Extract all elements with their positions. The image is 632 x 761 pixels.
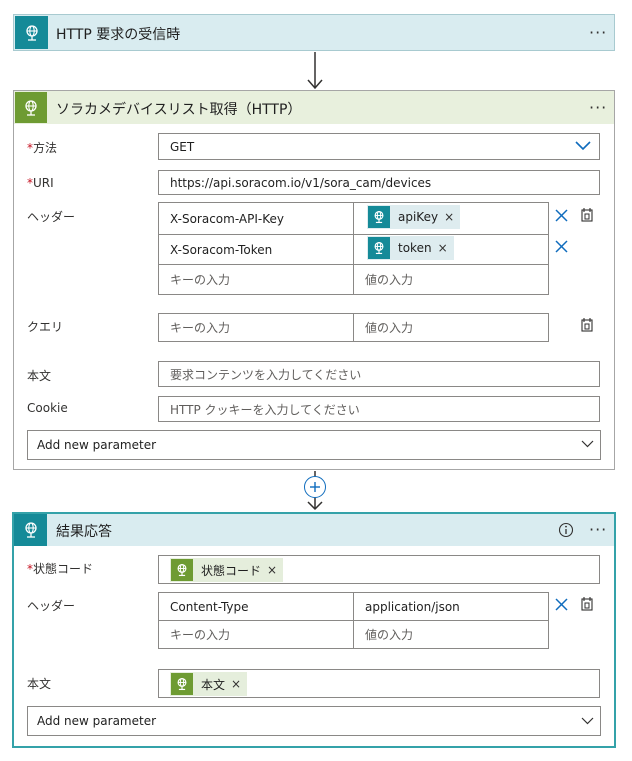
globe-icon — [15, 92, 47, 123]
header-key-cell[interactable]: X-Soracom-Token — [159, 235, 353, 264]
switch-text-mode-icon[interactable] — [580, 207, 595, 222]
token-label: token — [398, 241, 432, 255]
token-remove-icon[interactable]: × — [444, 210, 454, 224]
query-table: キーの入力 値の入力 — [158, 313, 549, 342]
token-remove-icon[interactable]: × — [438, 241, 448, 255]
globe-icon — [171, 559, 193, 581]
chevron-down-icon[interactable] — [581, 717, 594, 725]
add-parameter-dropdown[interactable]: Add new parameter — [27, 706, 601, 736]
header-key-cell[interactable]: Content-Type — [159, 593, 353, 620]
cookie-input[interactable]: HTTP クッキーを入力してください — [158, 396, 600, 422]
info-icon[interactable] — [558, 522, 574, 538]
headers-label: ヘッダー — [27, 210, 76, 224]
delete-row-icon[interactable] — [555, 598, 568, 611]
token-label: 本文 — [201, 677, 226, 692]
globe-icon — [171, 673, 193, 695]
uri-input[interactable]: https://api.soracom.io/v1/sora_cam/devic… — [158, 170, 600, 195]
method-label: *方法 — [27, 141, 58, 155]
status-code-label: *状態コード — [27, 562, 94, 576]
trigger-card[interactable]: HTTP 要求の受信時 ··· — [13, 14, 615, 51]
token-remove-icon[interactable]: × — [231, 677, 241, 691]
globe-icon — [368, 206, 390, 228]
globe-icon — [14, 514, 47, 546]
response-action-title: 結果応答 — [56, 524, 112, 540]
header-value-input[interactable]: 値の入力 — [354, 621, 548, 648]
globe-icon — [15, 16, 48, 49]
chevron-down-icon[interactable] — [581, 440, 594, 448]
token-token[interactable]: token × — [367, 236, 454, 260]
chevron-down-icon[interactable] — [575, 141, 591, 151]
query-value-input[interactable]: 値の入力 — [354, 314, 548, 341]
trigger-title: HTTP 要求の受信時 — [56, 27, 181, 43]
flow-arrow — [307, 52, 323, 90]
delete-row-icon[interactable] — [555, 209, 568, 222]
header-key-input[interactable]: キーの入力 — [159, 621, 353, 648]
plus-icon — [310, 482, 320, 492]
cookie-label: Cookie — [27, 401, 68, 415]
http-action-title: ソラカメデバイスリスト取得（HTTP） — [56, 102, 302, 118]
trigger-more-button[interactable]: ··· — [589, 25, 607, 41]
query-key-input[interactable]: キーの入力 — [159, 314, 353, 341]
method-select[interactable]: GET — [158, 133, 600, 160]
token-body[interactable]: 本文 × — [170, 672, 248, 696]
header-key-cell[interactable]: X-Soracom-API-Key — [159, 203, 353, 234]
http-action-more-button[interactable]: ··· — [589, 100, 607, 116]
response-headers-label: ヘッダー — [27, 599, 76, 613]
token-label: 状態コード — [201, 563, 262, 578]
token-remove-icon[interactable]: × — [267, 563, 277, 577]
switch-text-mode-icon[interactable] — [580, 596, 595, 611]
body-label: 本文 — [27, 369, 52, 383]
query-label: クエリ — [27, 320, 64, 334]
token-apikey[interactable]: apiKey × — [367, 205, 461, 229]
uri-label: *URI — [27, 176, 54, 190]
header-value-input[interactable]: 値の入力 — [354, 265, 548, 294]
body-input[interactable]: 要求コンテンツを入力してください — [158, 361, 600, 387]
header-value-cell[interactable]: application/json — [354, 593, 548, 620]
headers-table: X-Soracom-API-Key X-Soracom-Token キーの入力 … — [158, 202, 549, 295]
token-status-code[interactable]: 状態コード × — [170, 558, 284, 582]
response-action-more-button[interactable]: ··· — [589, 522, 607, 538]
header-key-input[interactable]: キーの入力 — [159, 265, 353, 294]
response-headers-table: Content-Type application/json キーの入力 値の入力 — [158, 592, 549, 649]
switch-text-mode-icon[interactable] — [580, 317, 595, 332]
add-parameter-dropdown[interactable]: Add new parameter — [27, 430, 601, 460]
insert-step-button[interactable] — [304, 476, 326, 498]
token-label: apiKey — [398, 210, 439, 224]
response-body-label: 本文 — [27, 677, 52, 691]
delete-row-icon[interactable] — [555, 240, 568, 253]
globe-icon — [368, 237, 390, 259]
